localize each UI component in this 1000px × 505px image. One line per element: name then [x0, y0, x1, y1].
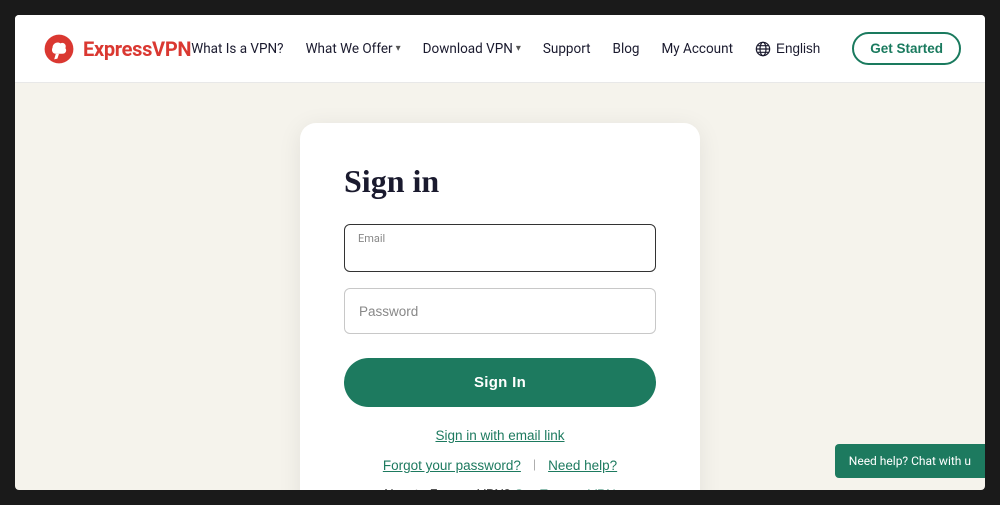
signin-card: Sign in Email Sign In Sign in with email… [300, 123, 700, 490]
divider: | [533, 458, 536, 473]
email-link-row: Sign in with email link [344, 425, 656, 444]
forgot-row: Forgot your password? | Need help? [344, 458, 656, 473]
new-user-text: New to ExpressVPN? [384, 487, 510, 490]
main-nav: What Is a VPN? What We Offer ▾ Download … [191, 32, 961, 65]
get-expressvpn-button[interactable]: Get ExpressVPN [514, 487, 616, 490]
logo-icon [43, 33, 75, 65]
nav-item-what-is-vpn[interactable]: What Is a VPN? [191, 41, 283, 57]
email-input[interactable] [344, 224, 656, 272]
language-button[interactable]: English [755, 41, 820, 57]
nav-item-my-account[interactable]: My Account [662, 41, 733, 57]
new-user-row: New to ExpressVPN? Get ExpressVPN [344, 487, 656, 490]
password-input[interactable] [344, 288, 656, 334]
chevron-down-icon: ▾ [396, 43, 401, 54]
signin-title: Sign in [344, 163, 656, 200]
chat-button[interactable]: Need help? Chat with u [835, 444, 985, 478]
email-wrapper: Email [344, 224, 656, 272]
nav-item-download-vpn[interactable]: Download VPN ▾ [423, 41, 521, 57]
header: ExpressVPN What Is a VPN? What We Offer … [15, 15, 985, 83]
email-field-group: Email [344, 224, 656, 272]
globe-icon [755, 41, 771, 57]
main-content: Sign in Email Sign In Sign in with email… [15, 83, 985, 490]
get-started-button[interactable]: Get Started [852, 32, 961, 65]
language-label: English [776, 41, 820, 56]
signin-button[interactable]: Sign In [344, 358, 656, 407]
brand-name: ExpressVPN [83, 37, 191, 61]
signin-email-link-button[interactable]: Sign in with email link [435, 428, 564, 443]
forgot-password-button[interactable]: Forgot your password? [383, 458, 521, 473]
nav-item-blog[interactable]: Blog [613, 41, 640, 57]
nav-item-what-we-offer[interactable]: What We Offer ▾ [306, 41, 401, 57]
password-field-group [344, 288, 656, 334]
chevron-down-icon: ▾ [516, 43, 521, 54]
nav-item-support[interactable]: Support [543, 41, 591, 57]
logo-link[interactable]: ExpressVPN [43, 33, 191, 65]
need-help-button[interactable]: Need help? [548, 458, 617, 473]
